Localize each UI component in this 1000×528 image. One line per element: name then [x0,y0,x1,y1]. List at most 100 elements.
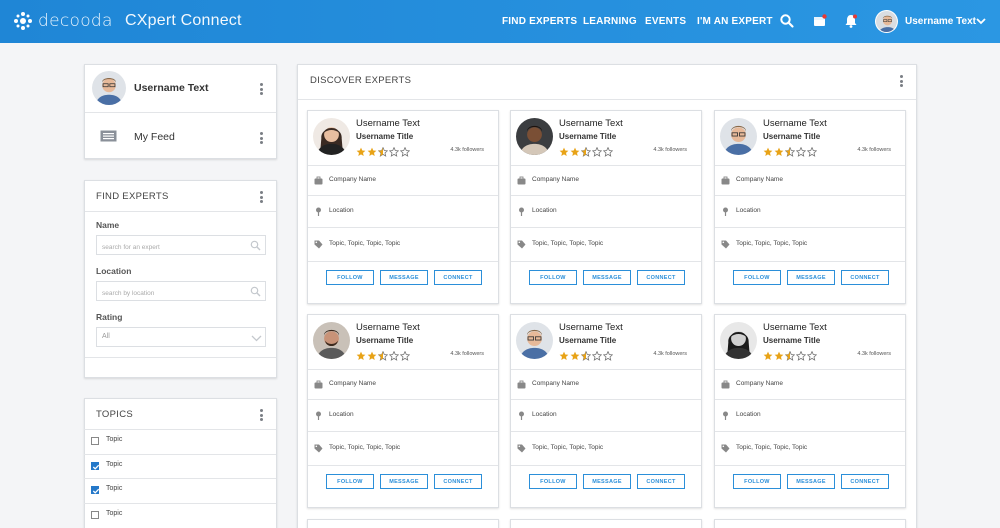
message-button[interactable]: MESSAGE [380,270,428,285]
star-icon [367,144,378,156]
message-button[interactable]: MESSAGE [787,270,835,285]
connect-button[interactable]: CONNECT [434,474,482,489]
company-row: Company Name [715,369,905,399]
find-experts-menu-icon[interactable] [260,191,264,203]
location-search-input[interactable] [97,284,265,303]
expert-avatar[interactable] [720,322,757,359]
company-name: Company Name [329,380,376,387]
topic-label: Topic [106,509,123,517]
message-button[interactable]: MESSAGE [787,474,835,489]
divider [298,99,916,100]
divider [511,465,701,466]
search-icon[interactable] [779,13,795,29]
location-pin-icon [519,411,524,420]
follow-button[interactable]: FOLLOW [733,270,781,285]
nav-learning[interactable]: LEARNING [583,16,637,27]
follow-button[interactable]: FOLLOW [326,270,374,285]
topic-checkbox[interactable] [91,461,100,470]
topic-checkbox[interactable] [91,437,99,445]
follow-button[interactable]: FOLLOW [733,474,781,489]
expert-avatar[interactable] [516,322,553,359]
topic-label: Topic [106,485,123,492]
header-username[interactable]: Username Text [905,16,976,27]
star-icon [795,144,807,157]
expert-avatar[interactable] [313,118,350,155]
location-text: Location [329,207,354,214]
bell-icon[interactable] [843,13,859,29]
location-pin-icon [316,411,321,420]
location-text: Location [736,207,761,214]
expert-avatar[interactable] [313,322,350,359]
connect-button[interactable]: CONNECT [637,474,685,489]
topic-item[interactable]: Topic [84,429,276,453]
star-icon [602,144,614,157]
name-search-field [96,235,266,257]
my-feed-link[interactable]: My Feed [134,131,175,143]
briefcase-icon [517,176,526,185]
message-button[interactable]: MESSAGE [583,270,631,285]
expert-name[interactable]: Username Text [356,118,420,129]
follow-button[interactable]: FOLLOW [326,474,374,489]
connect-button[interactable]: CONNECT [841,270,889,285]
expert-card: Username Text Username Title 4.3k follower… [714,314,906,508]
rating-select[interactable]: All [96,327,266,347]
top-nav-bar: decooda CXpert Connect FIND EXPERTS LEAR… [0,0,1000,43]
expert-title: Username Title [763,336,821,345]
topic-checkbox[interactable] [91,486,100,494]
topic-item[interactable]: Topic [84,478,276,502]
expert-avatar[interactable] [516,118,553,155]
tag-icon [517,240,526,249]
feed-menu-icon[interactable] [260,132,264,144]
topics-menu-icon[interactable] [260,409,264,421]
expert-name[interactable]: Username Text [559,322,623,333]
header-avatar[interactable] [875,10,898,33]
calendar-icon[interactable] [812,13,828,29]
topic-item[interactable]: Topic [84,453,276,478]
followers-count: 4.3k followers [653,147,687,153]
location-row: Location [715,399,905,431]
search-icon[interactable] [250,240,261,251]
divider [511,261,701,262]
follow-button[interactable]: FOLLOW [529,474,577,489]
expert-avatar[interactable] [720,118,757,155]
star-icon [399,144,411,157]
expert-name[interactable]: Username Text [356,322,420,333]
follow-button[interactable]: FOLLOW [529,270,577,285]
profile-menu-icon[interactable] [260,83,264,95]
topic-checkbox[interactable] [91,510,99,519]
nav-find-experts[interactable]: FIND EXPERTS [502,16,577,27]
star-icon [580,144,592,157]
message-button[interactable]: MESSAGE [380,474,428,489]
user-avatar-icon [876,11,897,32]
message-button[interactable]: MESSAGE [583,474,631,489]
topics-row: Topic, Topic, Topic, Topic [715,227,905,261]
profile-username[interactable]: Username Text [134,82,209,94]
tag-icon [721,240,730,249]
profile-avatar[interactable] [92,71,126,105]
expert-rating [559,144,614,157]
star-icon [580,348,592,361]
nav-im-an-expert[interactable]: I'M AN EXPERT [697,16,773,27]
nav-events[interactable]: EVENTS [645,16,686,27]
topics-text: Topic, Topic, Topic, Topic [532,240,604,247]
expert-card-partial [714,519,906,528]
user-avatar-icon [92,71,126,105]
chevron-down-icon[interactable] [975,15,987,27]
connect-button[interactable]: CONNECT [434,270,482,285]
connect-button[interactable]: CONNECT [637,270,685,285]
expert-name[interactable]: Username Text [763,118,827,129]
topic-label: Topic [106,460,123,468]
topic-item[interactable]: Topic [84,502,276,527]
decooda-logo[interactable]: decooda [12,10,113,32]
location-row: Location [715,195,905,227]
location-row: Location [308,195,498,227]
search-icon[interactable] [250,286,261,297]
discover-menu-icon[interactable] [900,75,904,87]
followers-count: 4.3k followers [450,351,484,357]
name-search-input[interactable] [97,238,265,257]
expert-name[interactable]: Username Text [763,322,827,333]
connect-button[interactable]: CONNECT [841,474,889,489]
topics-text: Topic, Topic, Topic, Topic [736,444,808,451]
expert-name[interactable]: Username Text [559,118,623,129]
company-row: Company Name [308,369,498,399]
